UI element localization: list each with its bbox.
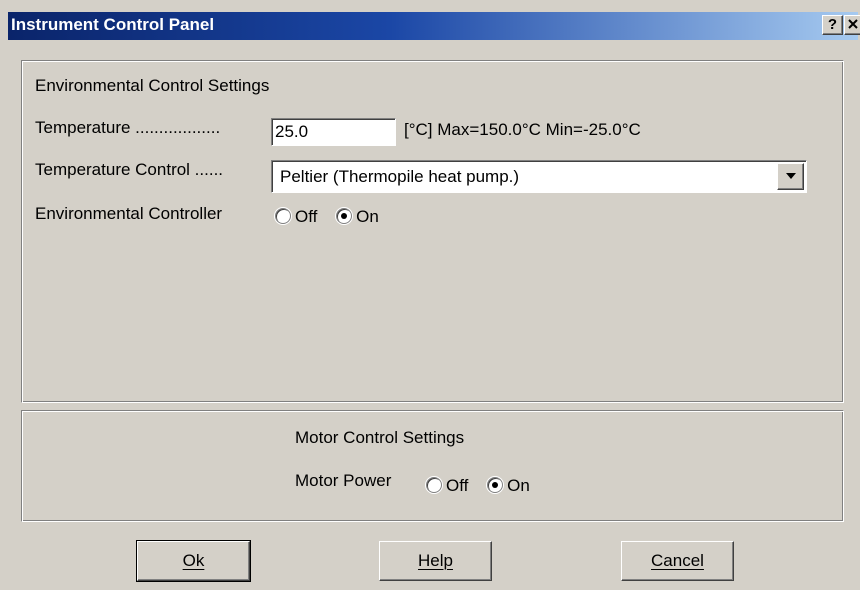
temperature-control-select[interactable]: Peltier (Thermopile heat pump.) [271,160,807,193]
cancel-button[interactable]: Cancel [621,541,734,581]
temperature-label: Temperature .................. [35,118,221,137]
motor-on-label: On [507,476,530,495]
ok-button[interactable]: Ok [136,540,251,582]
motor-off-radio[interactable]: Off [426,476,468,496]
motor-section-title: Motor Control Settings [295,428,465,447]
temperature-range-text: [°C] Max=150.0°C Min=-25.0°C [404,120,641,139]
motor-group [21,410,844,522]
environment-group [21,60,844,403]
environmental-controller-radios: Off On [275,207,393,227]
help-title-button[interactable]: ? [822,15,843,35]
title-bar[interactable]: Instrument Control Panel ? [8,12,860,40]
temperature-input[interactable] [271,118,396,146]
motor-on-radio[interactable]: On [487,476,530,496]
temperature-control-value: Peltier (Thermopile heat pump.) [280,167,520,186]
environment-section-title: Environmental Control Settings [35,76,270,95]
radio-button-checked-icon[interactable] [336,208,353,224]
help-button[interactable]: Help [379,541,492,581]
cancel-button-label: Cancel [651,551,704,570]
dropdown-button[interactable] [777,163,804,190]
motor-power-radios: Off On [426,476,544,496]
help-button-label: Help [418,551,453,570]
ok-button-label: Ok [182,551,205,570]
close-button[interactable] [844,15,860,35]
controller-on-radio[interactable]: On [336,207,379,227]
dialog-window: Instrument Control Panel ? Environmental… [0,0,860,590]
close-icon [848,19,858,29]
chevron-down-icon [785,173,796,179]
radio-button-checked-icon[interactable] [487,477,504,493]
temperature-control-label: Temperature Control ...... [35,160,224,179]
window-title: Instrument Control Panel [11,15,215,34]
radio-button-icon[interactable] [275,208,291,224]
environmental-controller-label: Environmental Controller [35,204,223,223]
motor-off-label: Off [446,476,469,495]
controller-off-radio[interactable]: Off [275,207,317,227]
controller-on-label: On [356,207,379,226]
radio-button-icon[interactable] [426,477,442,493]
motor-power-label: Motor Power [295,471,392,490]
controller-off-label: Off [295,207,318,226]
